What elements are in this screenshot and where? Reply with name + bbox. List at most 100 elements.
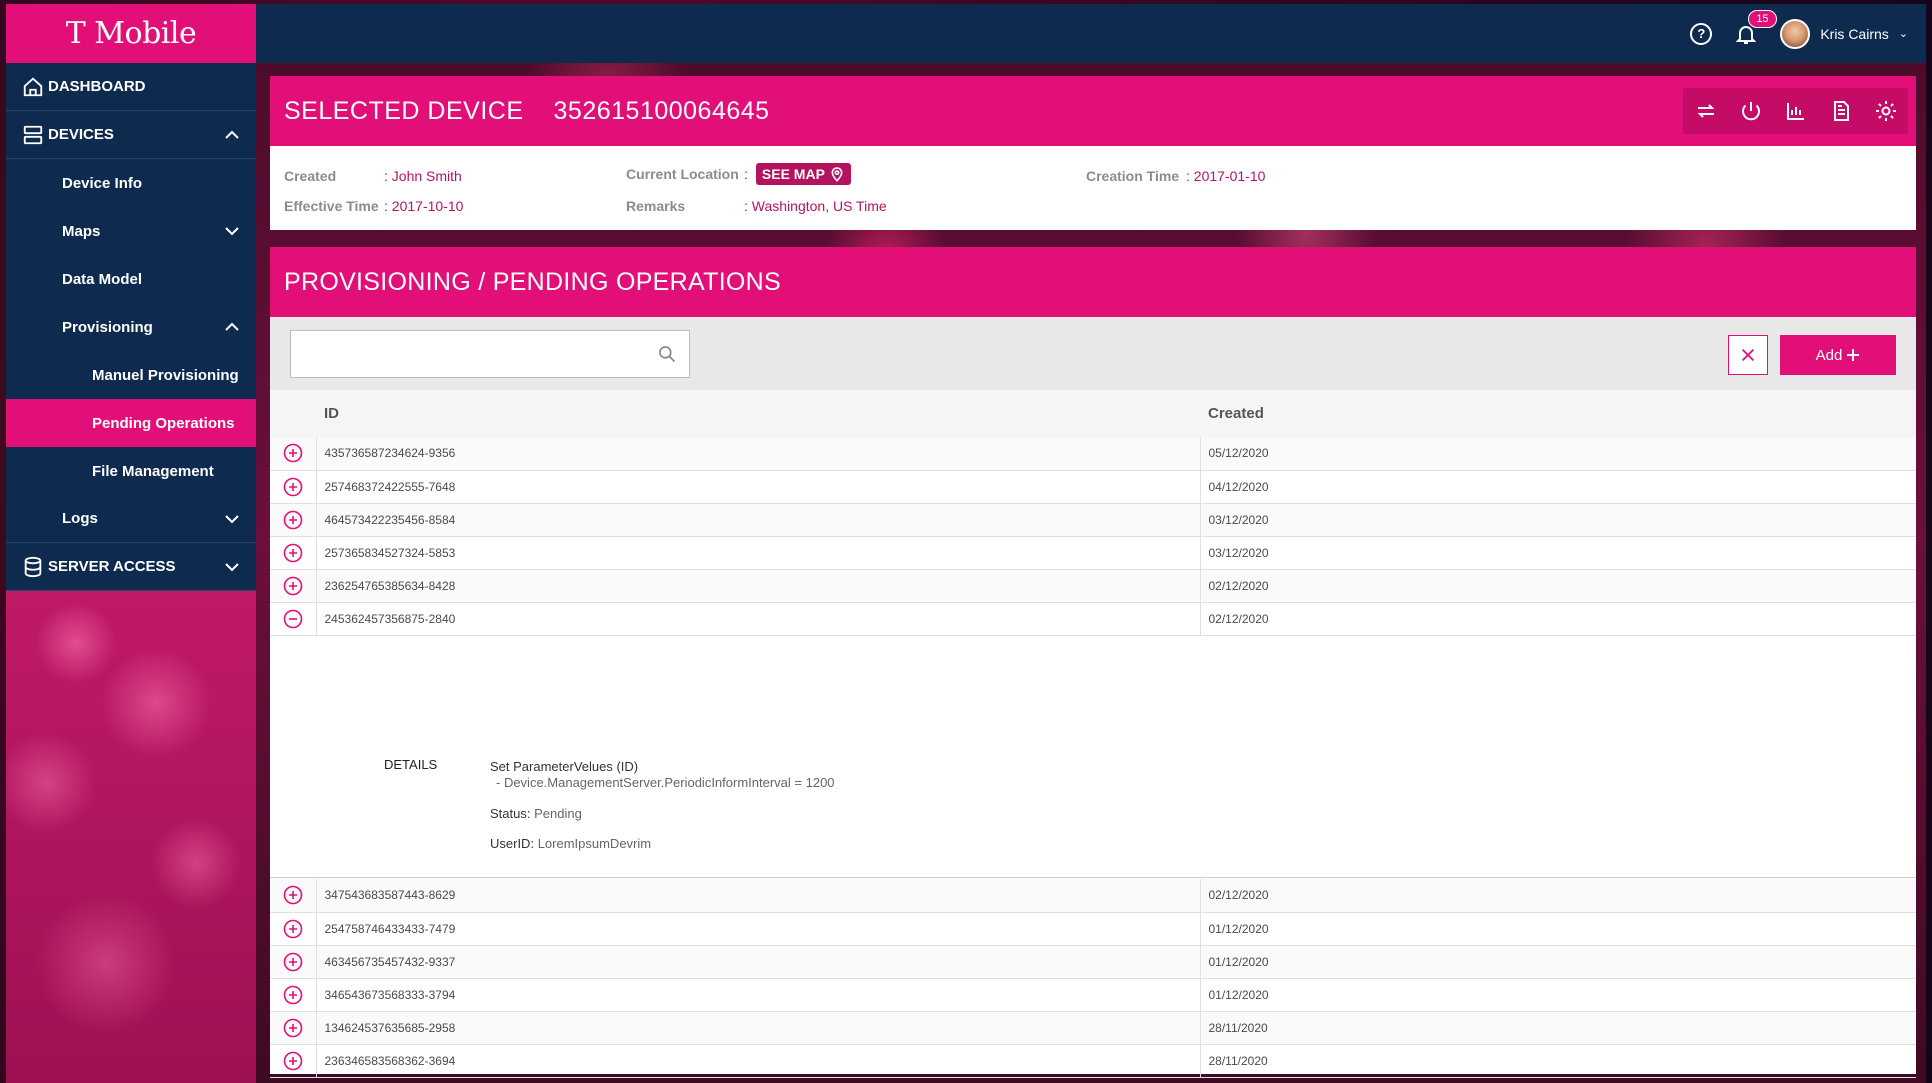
user-menu[interactable]: Kris Cairns ⌄ — [1780, 18, 1908, 49]
expand-icon[interactable] — [283, 576, 303, 596]
sidebar-item-data-model[interactable]: Data Model — [6, 255, 256, 303]
clear-button[interactable] — [1728, 335, 1768, 375]
expand-icon[interactable] — [283, 1051, 303, 1071]
sidebar-item-label: DASHBOARD — [48, 78, 146, 95]
remarks-label: Remarks — [626, 198, 686, 214]
sidebar-item-label: Maps — [62, 222, 101, 240]
chart-icon — [1786, 103, 1804, 120]
table-row[interactable]: 257365834527324-5853 03/12/2020 — [270, 536, 1916, 570]
notification-count-badge: 15 — [1748, 9, 1777, 28]
sidebar-item-label: Logs — [62, 510, 98, 527]
creation-time-value: : 2017-01-10 — [1186, 168, 1266, 184]
table-row[interactable]: 254758746433433-7479 01/12/2020 — [270, 912, 1916, 946]
sidebar-item-label: Data Model — [62, 270, 143, 288]
sync-button[interactable] — [1683, 88, 1728, 134]
row-id: 464573422235456-8584 — [316, 503, 1201, 537]
row-id: 463456735457432-9337 — [316, 945, 1201, 979]
home-icon — [23, 77, 43, 96]
search-input[interactable] — [291, 331, 631, 377]
operations-table-continued: 347543683587443-8629 02/12/2020 254758746… — [270, 879, 1916, 1078]
id-column-header[interactable]: ID — [316, 390, 1200, 437]
row-created: 02/12/2020 — [1200, 569, 1916, 603]
sidebar-item-server-access[interactable]: SERVER ACCESS — [6, 543, 256, 591]
app-window: T Mobile ? 15 Kris Cairns ⌄ DASHBOARD DE… — [6, 4, 1926, 1083]
expand-icon[interactable] — [283, 543, 303, 563]
table-row[interactable]: 463456735457432-9337 01/12/2020 — [270, 945, 1916, 979]
operations-table: ID Created 435736587234624-9356 05/12/202… — [270, 390, 1916, 636]
user-id-value: LoremIpsumDevrim — [537, 835, 652, 851]
sidebar-item-manual-provisioning[interactable]: Manuel Provisioning — [6, 351, 256, 399]
help-icon[interactable]: ? — [1690, 22, 1713, 45]
see-map-button[interactable]: SEE MAP — [755, 163, 851, 185]
notifications-button[interactable]: 15 — [1734, 9, 1777, 46]
expand-icon[interactable] — [283, 510, 303, 530]
document-button[interactable] — [1818, 88, 1863, 134]
pending-operations-panel: Add ID Created 435736587234624-9356 05/12… — [270, 317, 1916, 1078]
row-details-panel: DETAILS Set ParameterVelues (ID) - Devic… — [270, 735, 1916, 878]
sidebar-item-logs[interactable]: Logs — [6, 495, 256, 543]
table-body-top: 435736587234624-9356 05/12/2020 257468372… — [270, 437, 1916, 636]
expand-icon[interactable] — [283, 477, 303, 497]
table-row[interactable]: 257468372422555-7648 04/12/2020 — [270, 470, 1916, 504]
expand-icon[interactable] — [283, 919, 303, 939]
device-actions — [1683, 76, 1916, 146]
sidebar-item-pending-operations[interactable]: Pending Operations — [6, 399, 256, 447]
user-name: Kris Cairns — [1820, 25, 1889, 42]
settings-button[interactable] — [1863, 88, 1908, 134]
details-parameter: - Device.ManagementServer.PeriodicInform… — [496, 775, 835, 791]
remarks-field: Remarks : Washington, US Time — [626, 198, 887, 214]
table-row[interactable]: 464573422235456-8584 03/12/2020 — [270, 503, 1916, 537]
expand-icon[interactable] — [283, 443, 303, 463]
sidebar-item-device-info[interactable]: Device Info — [6, 159, 256, 207]
table-row[interactable]: 236346583568362-3694 28/11/2020 — [270, 1044, 1916, 1078]
sidebar-item-label: DEVICES — [48, 126, 114, 143]
sidebar-item-provisioning[interactable]: Provisioning — [6, 303, 256, 351]
created-label: Created — [284, 168, 337, 184]
user-id-label: UserID: — [490, 835, 535, 851]
sidebar-item-file-management[interactable]: File Management — [6, 447, 256, 495]
chart-button[interactable] — [1773, 88, 1818, 134]
details-status: Status: Pending — [490, 806, 835, 822]
chevron-up-icon — [225, 322, 239, 331]
add-button[interactable]: Add — [1780, 335, 1896, 375]
sidebar-item-devices[interactable]: DEVICES — [6, 111, 256, 159]
tmobile-logo[interactable]: T Mobile — [6, 4, 256, 63]
search-box — [290, 330, 690, 378]
expand-icon[interactable] — [283, 1018, 303, 1038]
sidebar-item-dashboard[interactable]: DASHBOARD — [6, 63, 256, 111]
table-row[interactable]: 347543683587443-8629 02/12/2020 — [270, 879, 1916, 913]
table-toolbar: Add — [270, 317, 1916, 390]
logo-text: T Mobile — [65, 16, 197, 51]
sidebar-item-label: Manuel Provisioning — [92, 366, 239, 384]
row-id: 346543673568333-3794 — [316, 978, 1201, 1012]
chevron-down-icon — [225, 227, 239, 236]
sidebar-nav: DASHBOARD DEVICES Device Info Maps Data … — [6, 63, 256, 591]
expand-icon[interactable] — [283, 885, 303, 905]
row-id: 347543683587443-8629 — [316, 879, 1201, 913]
creation-time-label: Creation Time — [1086, 168, 1180, 184]
table-row[interactable]: 236254765385634-8428 02/12/2020 — [270, 569, 1916, 603]
row-created: 03/12/2020 — [1200, 503, 1916, 537]
table-header: ID Created — [270, 390, 1916, 437]
created-column-header[interactable]: Created — [1200, 390, 1916, 437]
sidebar-item-maps[interactable]: Maps — [6, 207, 256, 255]
search-icon[interactable] — [657, 344, 677, 364]
row-id: 236254765385634-8428 — [316, 569, 1201, 603]
expand-icon[interactable] — [283, 952, 303, 972]
collapse-icon[interactable] — [283, 609, 303, 629]
table-row-expanded[interactable]: 245362457356875-2840 02/12/2020 — [270, 602, 1916, 636]
table-row[interactable]: 134624537635685-2958 28/11/2020 — [270, 1011, 1916, 1045]
status-label: Status: — [490, 805, 531, 821]
sidebar-item-label: Pending Operations — [92, 414, 235, 432]
power-button[interactable] — [1728, 88, 1773, 134]
details-operation: Set ParameterVelues (ID) — [490, 759, 639, 774]
row-created: 01/12/2020 — [1200, 912, 1916, 946]
row-created: 01/12/2020 — [1200, 945, 1916, 979]
expand-icon[interactable] — [283, 985, 303, 1005]
chevron-down-icon — [225, 515, 239, 524]
expand-column-header — [270, 390, 316, 437]
sidebar-item-label: File Management — [92, 462, 214, 480]
table-row[interactable]: 435736587234624-9356 05/12/2020 — [270, 437, 1916, 471]
row-id: 245362457356875-2840 — [316, 602, 1201, 636]
table-row[interactable]: 346543673568333-3794 01/12/2020 — [270, 978, 1916, 1012]
